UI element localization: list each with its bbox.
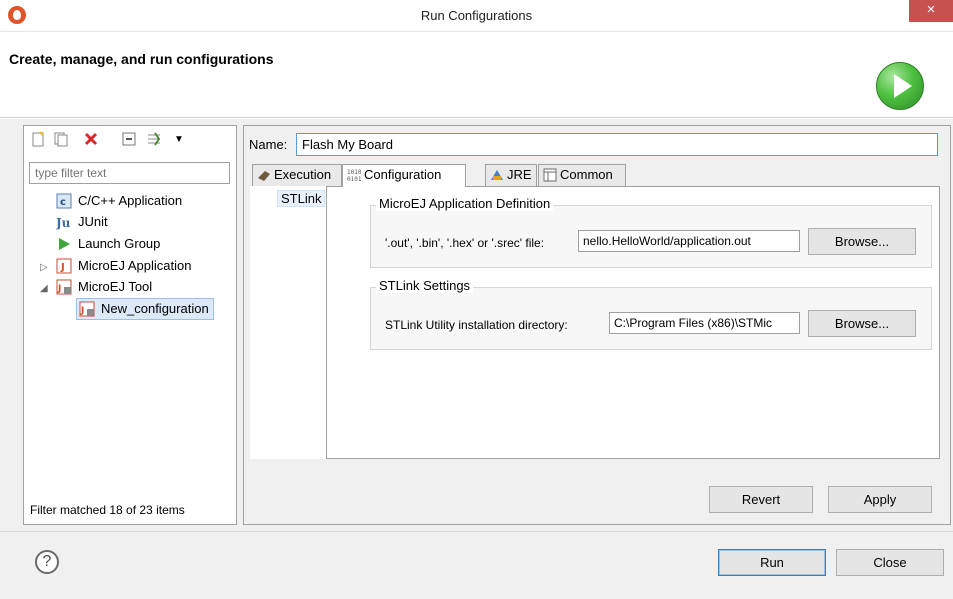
tab-label: JRE — [507, 167, 532, 182]
run-button[interactable]: Run — [718, 549, 826, 576]
group-title: STLink Settings — [376, 278, 474, 293]
tree-item-microej-application[interactable]: J MicroEJ Application — [56, 256, 191, 276]
header-banner — [0, 32, 953, 118]
window-title: Run Configurations — [420, 8, 533, 23]
svg-text:c: c — [60, 197, 66, 208]
tree-item-label: New_configuration — [101, 301, 209, 316]
tab-configuration[interactable]: 1010 0101 Configuration — [342, 164, 466, 187]
name-label: Name: — [249, 137, 288, 152]
filter-input[interactable] — [29, 162, 230, 184]
microej-tool-icon: J — [56, 279, 72, 295]
tree-item-label: Launch Group — [78, 236, 161, 251]
launch-group-icon — [56, 236, 72, 252]
page-title: Create, manage, and run configurations — [9, 51, 274, 67]
microej-tool-icon: J — [79, 301, 95, 317]
junit-icon: Ju — [55, 214, 72, 230]
apply-button[interactable]: Apply — [828, 486, 932, 513]
footer-separator — [0, 531, 953, 532]
browse-file-button[interactable]: Browse... — [808, 228, 916, 255]
collapse-all-icon[interactable] — [120, 131, 138, 149]
tab-jre[interactable]: JRE — [485, 164, 537, 186]
execution-icon — [257, 168, 271, 182]
expand-twisty-icon[interactable]: ▷ — [40, 262, 48, 273]
svg-text:0101: 0101 — [347, 176, 361, 182]
stlink-dir-label: STLink Utility installation directory: — [385, 318, 568, 332]
duplicate-icon[interactable] — [52, 131, 70, 149]
tab-common[interactable]: Common — [538, 164, 626, 186]
tree-item-label: JUnit — [78, 214, 108, 229]
collapse-twisty-icon[interactable]: ◢ — [40, 283, 48, 294]
tree-item-label: MicroEJ Tool — [78, 279, 153, 294]
close-window-button[interactable]: × — [909, 0, 953, 22]
tree-item-label: MicroEJ Application — [78, 258, 192, 273]
application-file-field[interactable] — [578, 230, 800, 252]
name-field[interactable] — [296, 133, 938, 156]
list-item-stlink[interactable]: STLink — [277, 190, 326, 207]
tree-item-launch-group[interactable]: Launch Group — [56, 234, 160, 254]
cpp-app-icon: c — [56, 193, 72, 209]
stlink-dir-field[interactable] — [609, 312, 800, 334]
delete-icon[interactable] — [82, 131, 100, 149]
microej-app-icon: J — [56, 258, 72, 274]
tree-item-new-configuration[interactable]: J New_configuration — [76, 298, 214, 320]
config-tree-panel — [23, 125, 237, 525]
binary-icon: 1010 0101 — [347, 168, 362, 183]
side-list — [250, 186, 327, 459]
jre-icon — [490, 168, 504, 182]
tab-label: Configuration — [364, 167, 442, 182]
tab-label: Execution — [274, 167, 332, 182]
view-menu-chevron-icon[interactable]: ▼ — [170, 131, 188, 149]
filter-icon[interactable] — [145, 131, 163, 149]
tree-item-cpp-application[interactable]: c C/C++ Application — [56, 191, 182, 211]
tree-item-microej-tool[interactable]: J MicroEJ Tool — [56, 277, 152, 297]
tree-item-label: C/C++ Application — [78, 193, 183, 208]
help-icon[interactable]: ? — [35, 550, 59, 574]
run-banner-icon — [876, 62, 924, 110]
new-config-icon[interactable] — [29, 131, 47, 149]
browse-dir-button[interactable]: Browse... — [808, 310, 916, 337]
common-icon — [543, 168, 557, 182]
tree-item-junit[interactable]: Ju JUnit — [55, 212, 108, 232]
tab-label: Common — [560, 167, 613, 182]
svg-text:1010: 1010 — [347, 169, 361, 176]
revert-button[interactable]: Revert — [709, 486, 813, 513]
filter-status-text: Filter matched 18 of 23 items — [30, 503, 185, 517]
tab-execution[interactable]: Execution — [252, 164, 342, 186]
svg-text:J: J — [57, 284, 61, 294]
svg-text:J: J — [80, 306, 84, 316]
svg-text:Ju: Ju — [56, 216, 71, 230]
file-label: '.out', '.bin', '.hex' or '.srec' file: — [385, 236, 545, 250]
group-title: MicroEJ Application Definition — [376, 196, 554, 211]
close-button[interactable]: Close — [836, 549, 944, 576]
svg-text:J: J — [60, 262, 65, 273]
